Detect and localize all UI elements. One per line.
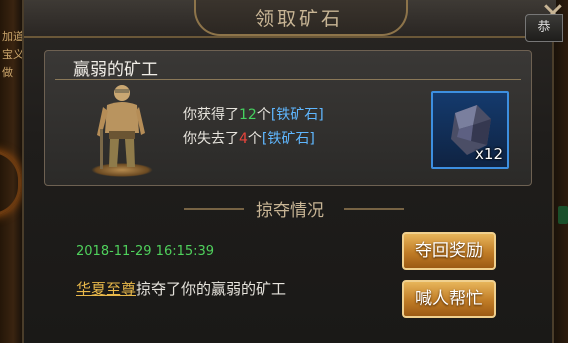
miner-name: 赢弱的矿工 [73,60,158,80]
plunder-message: 华夏至尊掠夺了你的赢弱的矿工 [76,278,286,299]
reward-dialog: 领取矿石 ✕ 恭 赢弱的矿工 你获得了12个[铁矿石] [22,0,566,343]
section-header: 掠夺情况 [24,196,556,224]
miner-figure-icon [97,85,145,169]
bg-text: 加道 [2,30,22,43]
ore-change-lines: 你获得了12个[铁矿石] 你失去了4个[铁矿石] [183,103,324,151]
plunder-section-title: 掠夺情况 [256,201,324,221]
title-bar: 领取矿石 [24,0,556,38]
bg-text: 宝义 [2,48,22,61]
attacker-link[interactable]: 华夏至尊 [76,280,136,298]
item-quantity: x12 [475,145,503,163]
loss-line: 你失去了4个[铁矿石] [183,127,324,151]
loss-count: 4 [239,131,248,147]
loss-unit: 个 [247,131,262,147]
background-ring [0,150,21,216]
background-left-strip: 加道 宝义 做 [0,0,22,343]
bg-text: 做 [2,66,13,79]
reclaim-reward-button[interactable]: 夺回奖励 [402,232,496,270]
gain-item-link[interactable]: [铁矿石] [271,107,324,123]
gain-count: 12 [239,107,257,123]
background-right-strip [554,0,568,343]
divider [55,79,521,80]
corner-tag: 恭 [525,14,563,42]
plunder-timestamp: 2018-11-29 16:15:39 [76,244,215,259]
plunder-target: 赢弱的矿工 [211,280,287,298]
reward-item-slot[interactable]: x12 [431,91,509,169]
loss-prefix: 你失去了 [183,131,239,147]
header-ornament-right [344,208,404,210]
background-stub [558,206,568,224]
gain-prefix: 你获得了 [183,107,239,123]
call-for-help-button[interactable]: 喊人帮忙 [402,280,496,318]
dialog-title: 领取矿石 [254,8,343,30]
mine-card: 赢弱的矿工 你获得了12个[铁矿石] 你失去了4个[铁矿石] x12 [44,50,532,186]
plunder-action: 掠夺了你的 [136,280,212,298]
gain-line: 你获得了12个[铁矿石] [183,103,324,127]
miner-portrait [67,83,167,179]
loss-item-link[interactable]: [铁矿石] [262,131,315,147]
gain-unit: 个 [256,107,271,123]
